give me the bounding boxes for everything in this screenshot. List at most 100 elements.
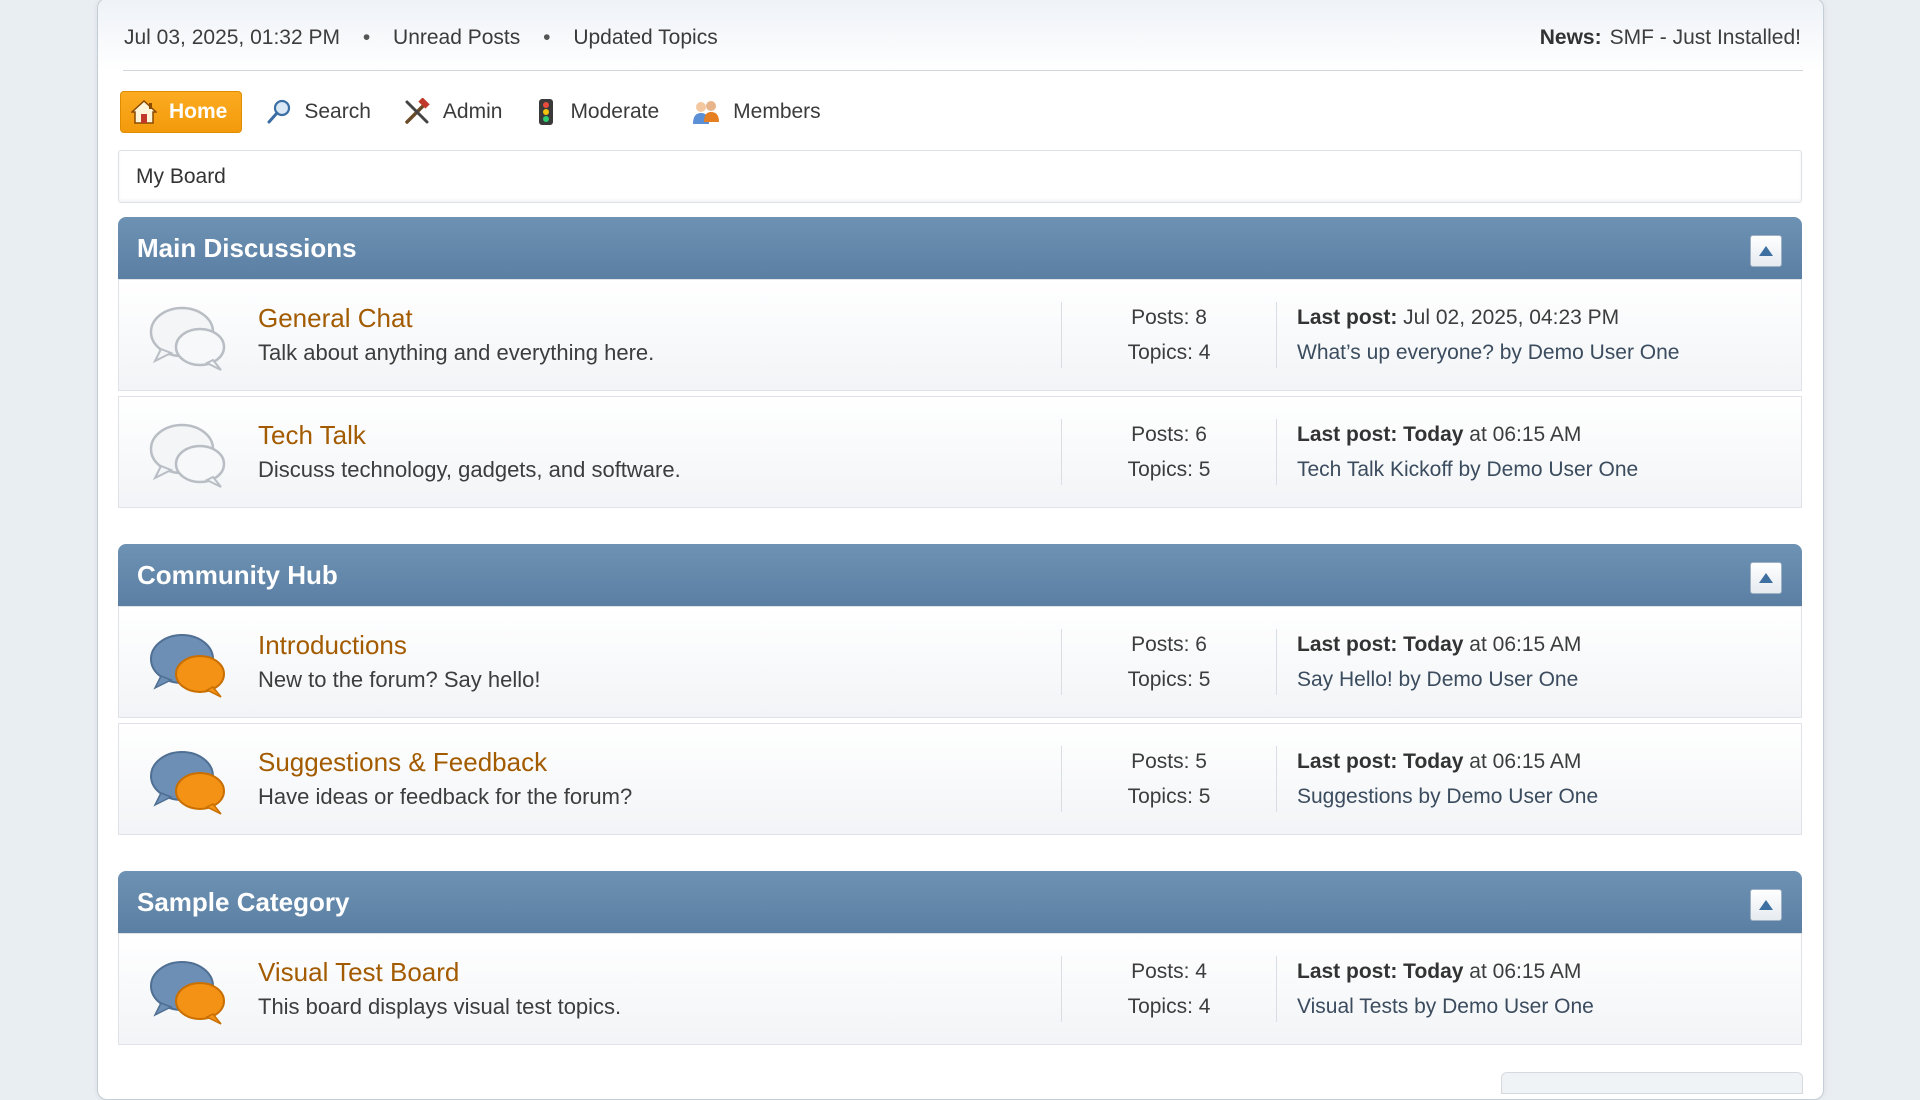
board-topics-count: Topics: 5: [1127, 668, 1211, 691]
news-text: SMF - Just Installed!: [1609, 26, 1801, 49]
board-topics-count: Topics: 5: [1127, 458, 1211, 481]
board-icon-read: [149, 423, 226, 488]
collapse-button[interactable]: [1750, 235, 1782, 267]
divider: [1276, 419, 1277, 485]
last-post-time: at 06:15 AM: [1463, 960, 1582, 983]
search-icon: [267, 99, 291, 124]
board-topics-count: Topics: 4: [1127, 341, 1211, 364]
breadcrumb: My Board: [118, 150, 1802, 203]
board-icon-new: [150, 961, 225, 1025]
last-post-topic-link[interactable]: Say Hello! by Demo User One: [1297, 668, 1578, 692]
board-topics-count: Topics: 5: [1127, 785, 1211, 808]
menu-moderate-button[interactable]: Moderate: [526, 92, 667, 132]
upper-section: Jul 03, 2025, 01:32 PM • Unread Posts • …: [98, 0, 1823, 71]
board-row-suggestions-feedback: Suggestions & Feedback Have ideas or fee…: [118, 723, 1802, 835]
divider: [1061, 629, 1062, 695]
divider: [1061, 956, 1062, 1022]
last-post-info: Last post: Today at 06:15 AM: [1297, 633, 1581, 657]
last-post-label: Last post: Today: [1297, 960, 1464, 983]
collapse-icon: [1759, 573, 1773, 583]
menu-search-label: Search: [304, 100, 371, 123]
last-post-info: Last post: Today at 06:15 AM: [1297, 960, 1581, 984]
forum-wrapper: Jul 03, 2025, 01:32 PM • Unread Posts • …: [97, 0, 1824, 1100]
menu-moderate-label: Moderate: [570, 100, 660, 123]
separator: •: [543, 26, 551, 49]
collapse-button[interactable]: [1750, 562, 1782, 594]
board-posts-count: Posts: 5: [1131, 750, 1207, 773]
menu-admin-button[interactable]: Admin: [395, 92, 511, 132]
divider: [1276, 302, 1277, 368]
board-posts-count: Posts: 8: [1131, 306, 1207, 329]
menu-admin-label: Admin: [442, 100, 503, 123]
last-post-topic-link[interactable]: Tech Talk Kickoff by Demo User One: [1297, 458, 1638, 482]
news-label: News:: [1539, 26, 1602, 49]
admin-icon: [405, 98, 430, 124]
unread-posts-link[interactable]: Unread Posts: [393, 26, 520, 49]
last-post-time: Jul 02, 2025, 04:23 PM: [1397, 306, 1620, 329]
divider: [1061, 746, 1062, 812]
last-post-topic-link[interactable]: Suggestions by Demo User One: [1297, 785, 1598, 809]
separator: •: [362, 26, 371, 49]
last-post-label: Last post: Today: [1297, 750, 1464, 773]
collapse-icon: [1759, 900, 1773, 910]
last-post-info: Last post: Today at 06:15 AM: [1297, 750, 1581, 774]
board-row-visual-test-board: Visual Test Board This board displays vi…: [118, 933, 1802, 1045]
category-header-community-hub: Community Hub: [118, 544, 1802, 606]
board-description: Have ideas or feedback for the forum?: [258, 784, 633, 809]
category-title: Community Hub: [137, 560, 338, 590]
last-post-label: Last post:: [1297, 306, 1398, 329]
last-post-time: at 06:15 AM: [1463, 750, 1582, 773]
breadcrumb-board-link[interactable]: My Board: [136, 165, 226, 189]
board-name-link[interactable]: Tech Talk: [258, 420, 366, 451]
board-name-link[interactable]: General Chat: [258, 303, 413, 334]
board-description: New to the forum? Say hello!: [258, 667, 541, 692]
moderate-icon: [539, 99, 554, 125]
divider: [1061, 302, 1062, 368]
main-menu: Home Search Admin Moderate Members: [120, 91, 845, 133]
updated-topics-link[interactable]: Updated Topics: [573, 26, 717, 49]
last-post-label: Last post: Today: [1297, 633, 1464, 656]
last-post-info: Last post: Today at 06:15 AM: [1297, 423, 1581, 447]
divider: [1061, 419, 1062, 485]
board-posts-count: Posts: 6: [1131, 633, 1207, 656]
board-row-introductions: Introductions New to the forum? Say hell…: [118, 606, 1802, 718]
board-posts-count: Posts: 6: [1131, 423, 1207, 446]
menu-home-button[interactable]: Home: [120, 91, 243, 133]
board-row-tech-talk: Tech Talk Discuss technology, gadgets, a…: [118, 396, 1802, 508]
upper-divider: [123, 70, 1803, 71]
board-description: Talk about anything and everything here.: [258, 340, 655, 365]
category-header-sample-category: Sample Category: [118, 871, 1802, 933]
category-title: Sample Category: [137, 887, 350, 917]
upper-links: Jul 03, 2025, 01:32 PM • Unread Posts • …: [124, 26, 718, 50]
board-row-general-chat: General Chat Talk about anything and eve…: [118, 279, 1802, 391]
divider: [1276, 746, 1277, 812]
members-icon: [693, 101, 720, 124]
board-name-link[interactable]: Visual Test Board: [258, 957, 459, 988]
current-datetime: Jul 03, 2025, 01:32 PM: [124, 26, 340, 49]
board-posts-count: Posts: 4: [1131, 960, 1207, 983]
collapse-button[interactable]: [1750, 889, 1782, 921]
last-post-topic-link[interactable]: What’s up everyone? by Demo User One: [1297, 341, 1679, 365]
news-section: News: SMF - Just Installed!: [1540, 26, 1801, 50]
menu-members-button[interactable]: Members: [683, 92, 829, 132]
category-title: Main Discussions: [137, 233, 357, 263]
board-icon-new: [150, 751, 225, 815]
last-post-topic-link[interactable]: Visual Tests by Demo User One: [1297, 995, 1594, 1019]
home-icon: [131, 99, 157, 124]
menu-search-button[interactable]: Search: [258, 92, 379, 132]
last-post-time: at 06:15 AM: [1463, 633, 1582, 656]
last-post-label: Last post: Today: [1297, 423, 1464, 446]
menu-home-label: Home: [169, 100, 228, 123]
bottom-panel-edge: [1501, 1072, 1803, 1094]
divider: [1276, 956, 1277, 1022]
divider: [1276, 629, 1277, 695]
board-icon-new: [150, 634, 225, 698]
last-post-info: Last post: Jul 02, 2025, 04:23 PM: [1297, 306, 1619, 330]
menu-members-label: Members: [733, 100, 821, 123]
board-name-link[interactable]: Suggestions & Feedback: [258, 747, 547, 778]
board-name-link[interactable]: Introductions: [258, 630, 407, 661]
last-post-time: at 06:15 AM: [1463, 423, 1582, 446]
board-icon-read: [149, 306, 226, 371]
board-description: Discuss technology, gadgets, and softwar…: [258, 457, 681, 482]
board-topics-count: Topics: 4: [1127, 995, 1211, 1018]
